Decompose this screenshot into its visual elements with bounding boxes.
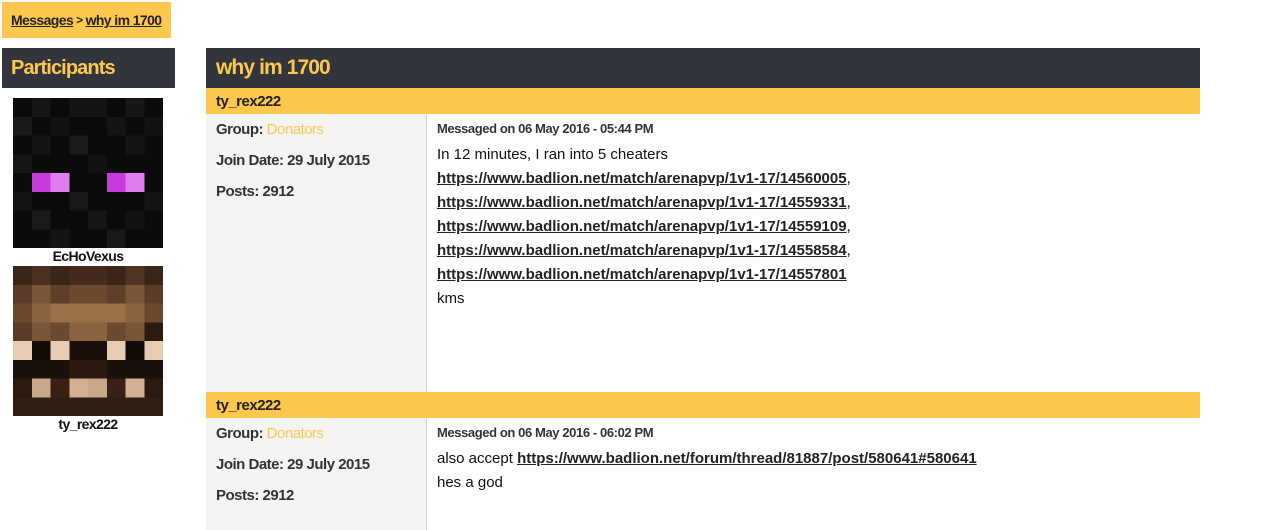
message-line: also accept bbox=[437, 450, 513, 467]
match-link[interactable]: https://www.badlion.net/match/arenapvp/1… bbox=[437, 170, 847, 187]
brown-skin-avatar[interactable] bbox=[13, 266, 163, 416]
breadcrumb: Messages > why im 1700 bbox=[2, 2, 171, 38]
match-link[interactable]: https://www.badlion.net/match/arenapvp/1… bbox=[437, 194, 847, 211]
breadcrumb-separator: > bbox=[76, 13, 83, 27]
comma: , bbox=[846, 218, 851, 235]
message-timestamp: Messaged on 06 May 2016 - 05:44 PM bbox=[437, 121, 654, 136]
thread-title: why im 1700 bbox=[206, 48, 1200, 88]
match-link[interactable]: https://www.badlion.net/match/arenapvp/1… bbox=[437, 242, 847, 259]
message-line: In 12 minutes, I ran into 5 cheaters bbox=[437, 146, 668, 163]
group-label: Group: bbox=[216, 121, 264, 138]
message-author-info: Group: Donators Join Date: 29 July 2015 … bbox=[206, 418, 427, 530]
enderman-skin-avatar[interactable] bbox=[13, 98, 163, 248]
message-line: kms bbox=[437, 290, 465, 307]
thread-panel: why im 1700 ty_rex222 Group: Donators Jo… bbox=[206, 48, 1200, 530]
join-date: Join Date: 29 July 2015 bbox=[216, 456, 370, 473]
participant-name[interactable]: EcHoVexus bbox=[13, 248, 163, 264]
message-content: Messaged on 06 May 2016 - 05:44 PM In 12… bbox=[427, 114, 1200, 392]
message-text: also accept https://www.badlion.net/foru… bbox=[437, 447, 1200, 495]
breadcrumb-messages-link[interactable]: Messages bbox=[11, 12, 74, 28]
comma: , bbox=[846, 242, 851, 259]
message-author[interactable]: ty_rex222 bbox=[206, 392, 1200, 418]
message-line: hes a god bbox=[437, 474, 503, 491]
message-author[interactable]: ty_rex222 bbox=[206, 88, 1200, 114]
message-text: In 12 minutes, I ran into 5 cheaters htt… bbox=[437, 143, 1200, 311]
comma: , bbox=[846, 194, 851, 211]
group-label: Group: bbox=[216, 425, 264, 442]
message: Group: Donators Join Date: 29 July 2015 … bbox=[206, 418, 1200, 530]
message: Group: Donators Join Date: 29 July 2015 … bbox=[206, 114, 1200, 392]
message-timestamp: Messaged on 06 May 2016 - 06:02 PM bbox=[437, 425, 654, 440]
forum-link[interactable]: https://www.badlion.net/forum/thread/818… bbox=[517, 450, 977, 467]
match-link[interactable]: https://www.badlion.net/match/arenapvp/1… bbox=[437, 218, 847, 235]
group-value: Donators bbox=[266, 121, 324, 138]
participants-heading: Participants bbox=[2, 48, 175, 88]
join-date: Join Date: 29 July 2015 bbox=[216, 152, 370, 169]
group-value: Donators bbox=[266, 425, 324, 442]
post-count: Posts: 2912 bbox=[216, 487, 294, 504]
post-count: Posts: 2912 bbox=[216, 183, 294, 200]
match-link[interactable]: https://www.badlion.net/match/arenapvp/1… bbox=[437, 266, 847, 283]
message-content: Messaged on 06 May 2016 - 06:02 PM also … bbox=[427, 418, 1200, 530]
comma: , bbox=[846, 170, 851, 187]
message-author-info: Group: Donators Join Date: 29 July 2015 … bbox=[206, 114, 427, 392]
participant-name[interactable]: ty_rex222 bbox=[13, 416, 163, 432]
breadcrumb-thread-link[interactable]: why im 1700 bbox=[86, 12, 162, 28]
